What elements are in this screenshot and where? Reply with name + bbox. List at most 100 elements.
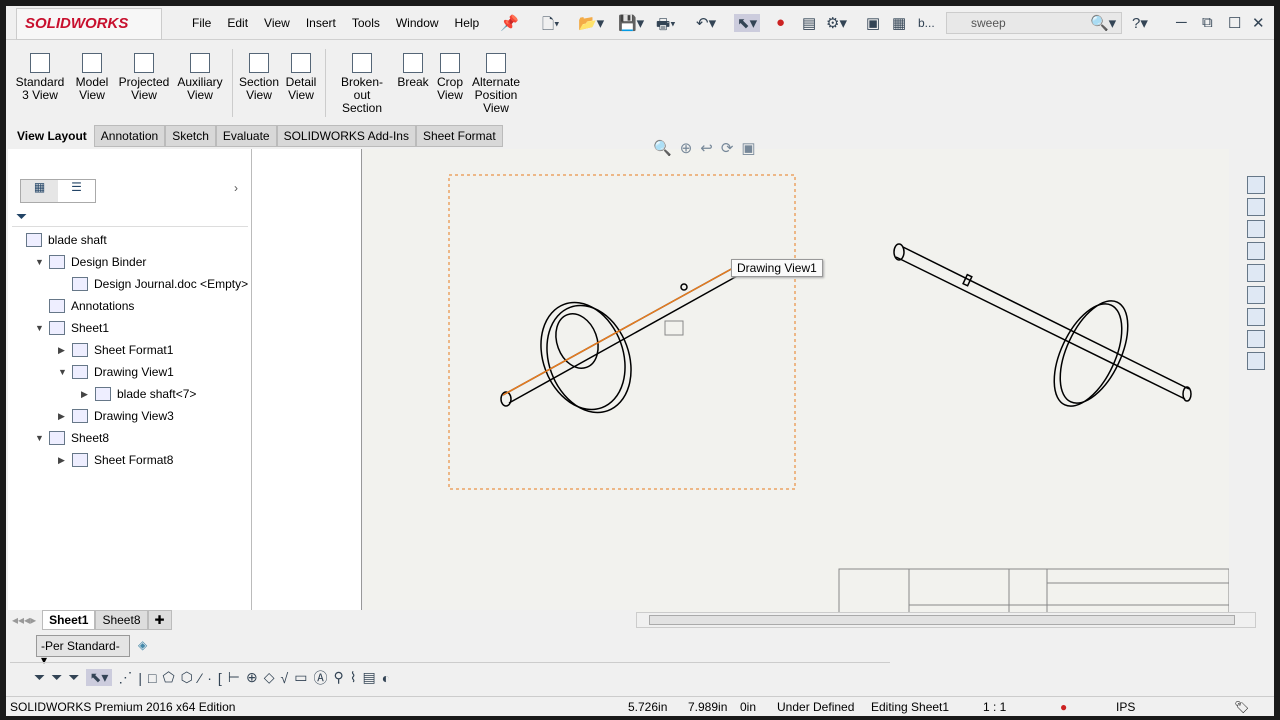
- toolbar-icon-2[interactable]: ▦: [892, 14, 906, 32]
- tree-item[interactable]: ▼ Sheet8: [8, 427, 252, 449]
- tags-icon[interactable]: 🏷: [1234, 700, 1249, 714]
- feature-manager-tab-icon[interactable]: ▦: [21, 180, 58, 202]
- print-icon[interactable]: 🖶▾: [656, 14, 676, 39]
- open-icon[interactable]: 📂▾: [578, 14, 604, 32]
- detail-view-button[interactable]: Detail View: [281, 41, 321, 125]
- design-library-icon[interactable]: [1247, 220, 1265, 238]
- toolbar-icon[interactable]: ▣: [866, 14, 880, 32]
- standard-3-view-button[interactable]: Standard 3 View: [12, 41, 68, 125]
- close-icon[interactable]: ✕: [1252, 14, 1265, 32]
- panel-splitter[interactable]: [252, 149, 362, 619]
- sheet-tab-sheet8[interactable]: Sheet8: [95, 610, 148, 630]
- note-icon[interactable]: Ⓐ: [313, 668, 327, 688]
- pin-icon[interactable]: 📌: [500, 14, 519, 32]
- selection-filter-icon[interactable]: ⏷: [68, 669, 79, 686]
- expander-icon[interactable]: ▶: [58, 455, 68, 466]
- filter-icon[interactable]: ⏷: [34, 669, 45, 686]
- centerline-icon[interactable]: ⁄: [199, 670, 201, 686]
- polygon-icon[interactable]: ⬠: [162, 669, 174, 686]
- filter-icon[interactable]: ⏷: [12, 205, 248, 227]
- add-sheet-icon[interactable]: ✚: [147, 610, 172, 630]
- scrollbar-thumb[interactable]: [649, 615, 1235, 625]
- options-icon[interactable]: ⚙▾: [826, 14, 847, 32]
- center-mark-icon[interactable]: ⊕: [246, 669, 258, 686]
- rebuild-indicator-icon[interactable]: ●: [1060, 700, 1067, 714]
- dimension-icon[interactable]: ⊢: [228, 669, 240, 686]
- point-icon[interactable]: ·: [207, 670, 212, 686]
- sheet-scale[interactable]: 1 : 1: [983, 700, 1006, 714]
- horizontal-scrollbar[interactable]: [636, 612, 1256, 628]
- rectangle-icon[interactable]: □: [148, 670, 156, 686]
- tree-item[interactable]: ▼ Design Binder: [8, 251, 252, 273]
- break-button[interactable]: Break: [394, 41, 432, 125]
- box-icon[interactable]: ⬡: [181, 669, 193, 686]
- line-icon[interactable]: |: [138, 670, 142, 686]
- drawing-canvas[interactable]: Drawing View1 🔍 ⊕ ↩ ⟳ ▣: [363, 140, 1229, 619]
- tree-item[interactable]: ▶ blade shaft<7>: [8, 383, 252, 405]
- property-manager-tab-icon[interactable]: ☰: [58, 180, 95, 202]
- gtol-icon[interactable]: ▭: [294, 669, 307, 686]
- menu-view[interactable]: View: [256, 16, 298, 30]
- menu-insert[interactable]: Insert: [298, 16, 344, 30]
- custom-properties-icon[interactable]: [1247, 286, 1265, 304]
- tab-view-layout[interactable]: View Layout: [10, 125, 94, 147]
- tab-sketch[interactable]: Sketch: [165, 125, 216, 147]
- minimize-icon[interactable]: ─: [1176, 14, 1187, 31]
- tree-item[interactable]: ▶ Sheet Format1: [8, 339, 252, 361]
- expander-icon[interactable]: ▶: [81, 389, 91, 400]
- sheet-nav-arrows[interactable]: ◂◂◂▸: [6, 611, 42, 629]
- model-view-button[interactable]: Model View: [68, 41, 116, 125]
- layer-dropdown[interactable]: -Per Standard- ▾: [36, 635, 130, 667]
- select-icon[interactable]: ⬉▾: [734, 14, 761, 32]
- drawing-sheet[interactable]: [363, 149, 1229, 619]
- file-explorer-icon[interactable]: [1247, 242, 1265, 260]
- menu-tools[interactable]: Tools: [344, 16, 388, 30]
- undo-icon[interactable]: ↶▾: [696, 14, 716, 32]
- smart-dimension-icon[interactable]: ⋰: [118, 669, 132, 686]
- tab-sheet-format[interactable]: Sheet Format: [415, 125, 503, 147]
- alternate-position-view-button[interactable]: Alternate Position View: [468, 41, 524, 125]
- weld-icon[interactable]: ⌇: [350, 669, 357, 686]
- view-palette-icon[interactable]: [1247, 308, 1265, 326]
- resources-icon[interactable]: [1247, 198, 1265, 216]
- select-icon[interactable]: ⬉▾: [85, 669, 113, 686]
- expander-icon[interactable]: ▶: [58, 345, 68, 356]
- bracket-icon[interactable]: [: [218, 670, 222, 686]
- tree-item[interactable]: ▶ Drawing View3: [8, 405, 252, 427]
- new-document-icon[interactable]: 🗋▾: [542, 14, 560, 39]
- expander-icon[interactable]: ▼: [35, 323, 45, 333]
- tree-item[interactable]: ▶ Sheet Format8: [8, 449, 252, 471]
- menu-file[interactable]: File: [184, 16, 219, 30]
- zoom-to-fit-icon[interactable]: 🔍: [653, 139, 672, 157]
- auxiliary-view-button[interactable]: Auxiliary View: [172, 41, 228, 125]
- datum-icon[interactable]: ◇: [264, 669, 275, 686]
- menu-help[interactable]: Help: [447, 16, 488, 30]
- crop-view-button[interactable]: Crop View: [432, 41, 468, 125]
- solidworks-logo[interactable]: SOLIDWORKS: [16, 8, 162, 40]
- tab-evaluate[interactable]: Evaluate: [215, 125, 277, 147]
- help-icon[interactable]: ?▾: [1132, 14, 1148, 32]
- expander-icon[interactable]: ▼: [35, 257, 45, 267]
- expand-panel-icon[interactable]: ›: [234, 181, 238, 195]
- unit-system[interactable]: IPS: [1116, 700, 1135, 714]
- maximize-icon[interactable]: ☐: [1228, 14, 1241, 32]
- view-settings-icon[interactable]: ▣: [741, 139, 755, 157]
- tree-item[interactable]: blade shaft: [8, 229, 252, 251]
- section-view-button[interactable]: Section View: [237, 41, 281, 125]
- tab-solidworks-add-ins[interactable]: SOLIDWORKS Add-Ins: [276, 125, 416, 147]
- tools-icon[interactable]: [1247, 352, 1265, 370]
- tree-item[interactable]: Annotations: [8, 295, 252, 317]
- tree-item[interactable]: ▼ Drawing View1: [8, 361, 252, 383]
- menu-edit[interactable]: Edit: [219, 16, 256, 30]
- expander-icon[interactable]: ▼: [58, 367, 68, 377]
- rebuild-icon[interactable]: ●: [776, 14, 785, 31]
- tree-item[interactable]: ▼ Sheet1: [8, 317, 252, 339]
- hatch-icon[interactable]: ▤: [363, 669, 376, 686]
- rebuild-icon[interactable]: ⟳: [721, 139, 734, 157]
- balloon-icon[interactable]: ⚲: [333, 669, 343, 686]
- appearances-icon[interactable]: [1247, 264, 1265, 282]
- zoom-to-area-icon[interactable]: ⊕: [680, 139, 693, 157]
- forum-icon[interactable]: [1247, 330, 1265, 348]
- expander-icon[interactable]: ▼: [35, 433, 45, 443]
- home-icon[interactable]: [1247, 176, 1265, 194]
